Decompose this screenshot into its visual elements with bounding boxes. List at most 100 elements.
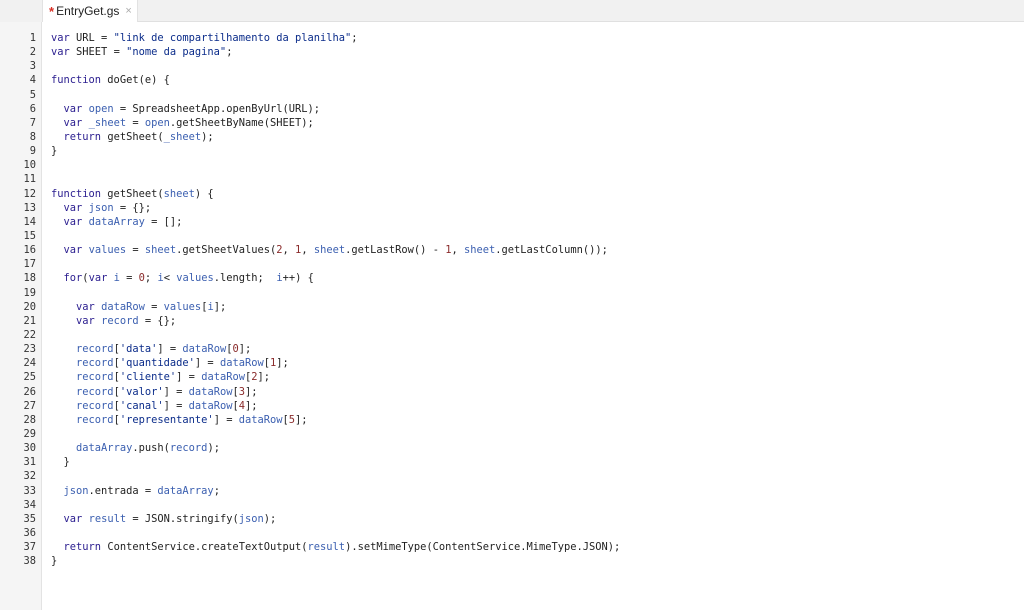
- code-text: function doGet(e) {: [51, 74, 170, 87]
- line-number: 27: [23, 399, 36, 412]
- code-line[interactable]: 5: [0, 88, 1024, 102]
- code-text: record['representante'] = dataRow[5];: [76, 413, 308, 426]
- line-number: 8: [29, 130, 36, 143]
- code-line[interactable]: 3: [0, 59, 1024, 73]
- code-text: var record = {};: [76, 314, 177, 327]
- code-line[interactable]: 31 }: [0, 455, 1024, 469]
- code-line[interactable]: 35 var result = JSON.stringify(json);: [0, 512, 1024, 526]
- code-line[interactable]: 28 record['representante'] = dataRow[5];: [0, 413, 1024, 427]
- code-text: return ContentService.createTextOutput(r…: [63, 541, 621, 554]
- code-line[interactable]: 32: [0, 469, 1024, 483]
- line-number: 28: [23, 413, 36, 426]
- code-line[interactable]: 38}: [0, 554, 1024, 568]
- line-number: 7: [29, 116, 36, 129]
- unsaved-marker: *: [49, 3, 55, 19]
- line-number: 24: [23, 357, 36, 370]
- code-text: var result = JSON.stringify(json);: [63, 512, 277, 525]
- line-number: 23: [23, 343, 36, 356]
- code-text: return getSheet(_sheet);: [63, 130, 214, 143]
- line-number: 16: [23, 244, 36, 257]
- line-number: 10: [23, 159, 36, 172]
- code-text: var open = SpreadsheetApp.openByUrl(URL)…: [63, 102, 321, 115]
- line-number: 2: [29, 46, 36, 59]
- code-text: for(var i = 0; i< values.length; i++) {: [63, 272, 314, 285]
- code-text: record['canal'] = dataRow[4];: [76, 399, 258, 412]
- tab-bar: * EntryGet.gs ×: [0, 0, 1024, 22]
- code-line[interactable]: 24 record['quantidade'] = dataRow[1];: [0, 356, 1024, 370]
- close-icon[interactable]: ×: [125, 5, 131, 17]
- code-line[interactable]: 25 record['cliente'] = dataRow[2];: [0, 370, 1024, 384]
- code-line[interactable]: 26 record['valor'] = dataRow[3];: [0, 385, 1024, 399]
- line-number: 21: [23, 314, 36, 327]
- code-line[interactable]: 29: [0, 427, 1024, 441]
- code-text: var values = sheet.getSheetValues(2, 1, …: [63, 244, 608, 257]
- code-line[interactable]: 9}: [0, 144, 1024, 158]
- code-line[interactable]: 6 var open = SpreadsheetApp.openByUrl(UR…: [0, 102, 1024, 116]
- code-text: record['quantidade'] = dataRow[1];: [76, 357, 289, 370]
- code-line[interactable]: 23 record['data'] = dataRow[0];: [0, 342, 1024, 356]
- code-line[interactable]: 15: [0, 229, 1024, 243]
- line-number: 34: [23, 498, 36, 511]
- code-line[interactable]: 18 for(var i = 0; i< values.length; i++)…: [0, 271, 1024, 285]
- line-number: 6: [29, 102, 36, 115]
- code-line[interactable]: 20 var dataRow = values[i];: [0, 300, 1024, 314]
- code-line[interactable]: 34: [0, 498, 1024, 512]
- code-line[interactable]: 27 record['canal'] = dataRow[4];: [0, 399, 1024, 413]
- line-number: 32: [23, 470, 36, 483]
- line-number: 4: [29, 74, 36, 87]
- code-text: dataArray.push(record);: [76, 442, 220, 455]
- code-line[interactable]: 2 var SHEET = "nome da pagina";: [0, 45, 1024, 59]
- code-text: record['valor'] = dataRow[3];: [76, 385, 258, 398]
- code-line[interactable]: 21 var record = {};: [0, 314, 1024, 328]
- code-line[interactable]: 12 function getSheet(sheet) {: [0, 187, 1024, 201]
- code-text: }: [51, 555, 58, 568]
- line-number: 14: [23, 215, 36, 228]
- line-number: 25: [23, 371, 36, 384]
- code-text: json.entrada = dataArray;: [63, 484, 220, 497]
- line-number: 19: [23, 286, 36, 299]
- line-number: 22: [23, 328, 36, 341]
- line-number: 1: [29, 32, 36, 44]
- tab-entryget[interactable]: * EntryGet.gs ×: [42, 0, 138, 22]
- line-number: 26: [23, 385, 36, 398]
- line-number: 38: [23, 555, 36, 568]
- line-number: 9: [29, 145, 36, 158]
- tab-bar-spacer: [0, 0, 42, 22]
- line-number: 31: [23, 456, 36, 469]
- line-number: 30: [23, 442, 36, 455]
- code-line[interactable]: 37 return ContentService.createTextOutpu…: [0, 540, 1024, 554]
- code-line[interactable]: 8 return getSheet(_sheet);: [0, 130, 1024, 144]
- line-number: 18: [23, 272, 36, 285]
- code-line[interactable]: 16 var values = sheet.getSheetValues(2, …: [0, 243, 1024, 257]
- code-line[interactable]: 36: [0, 526, 1024, 540]
- code-text: var dataRow = values[i];: [76, 300, 227, 313]
- code-line[interactable]: 4 function doGet(e) {: [0, 73, 1024, 87]
- code-line[interactable]: 33 json.entrada = dataArray;: [0, 484, 1024, 498]
- code-line[interactable]: 19: [0, 286, 1024, 300]
- line-number: 20: [23, 300, 36, 313]
- line-number: 5: [29, 88, 36, 101]
- code-line[interactable]: 1 var URL = "link de compartilhamento da …: [0, 31, 1024, 45]
- code-text: var dataArray = [];: [63, 215, 183, 228]
- code-text: var _sheet = open.getSheetByName(SHEET);: [63, 116, 314, 129]
- code-line[interactable]: 22: [0, 328, 1024, 342]
- code-line[interactable]: 17: [0, 257, 1024, 271]
- code-line[interactable]: 10: [0, 158, 1024, 172]
- code-line[interactable]: 14 var dataArray = [];: [0, 215, 1024, 229]
- line-number: 15: [23, 229, 36, 242]
- line-number: 3: [29, 60, 36, 73]
- code-text: var json = {};: [63, 201, 152, 214]
- code-line[interactable]: 30 dataArray.push(record);: [0, 441, 1024, 455]
- code-line[interactable]: 11: [0, 172, 1024, 186]
- line-number: 13: [23, 201, 36, 214]
- line-number: 17: [23, 258, 36, 271]
- line-number: 36: [23, 526, 36, 539]
- line-number: 29: [23, 427, 36, 440]
- line-number: 11: [23, 173, 36, 186]
- code-line[interactable]: 7 var _sheet = open.getSheetByName(SHEET…: [0, 116, 1024, 130]
- tab-filename: EntryGet.gs: [56, 4, 120, 18]
- code-line[interactable]: 13 var json = {};: [0, 201, 1024, 215]
- code-text: var URL = "link de compartilhamento da p…: [51, 32, 358, 44]
- line-number: 35: [23, 512, 36, 525]
- code-editor[interactable]: 1 var URL = "link de compartilhamento da …: [0, 31, 1024, 568]
